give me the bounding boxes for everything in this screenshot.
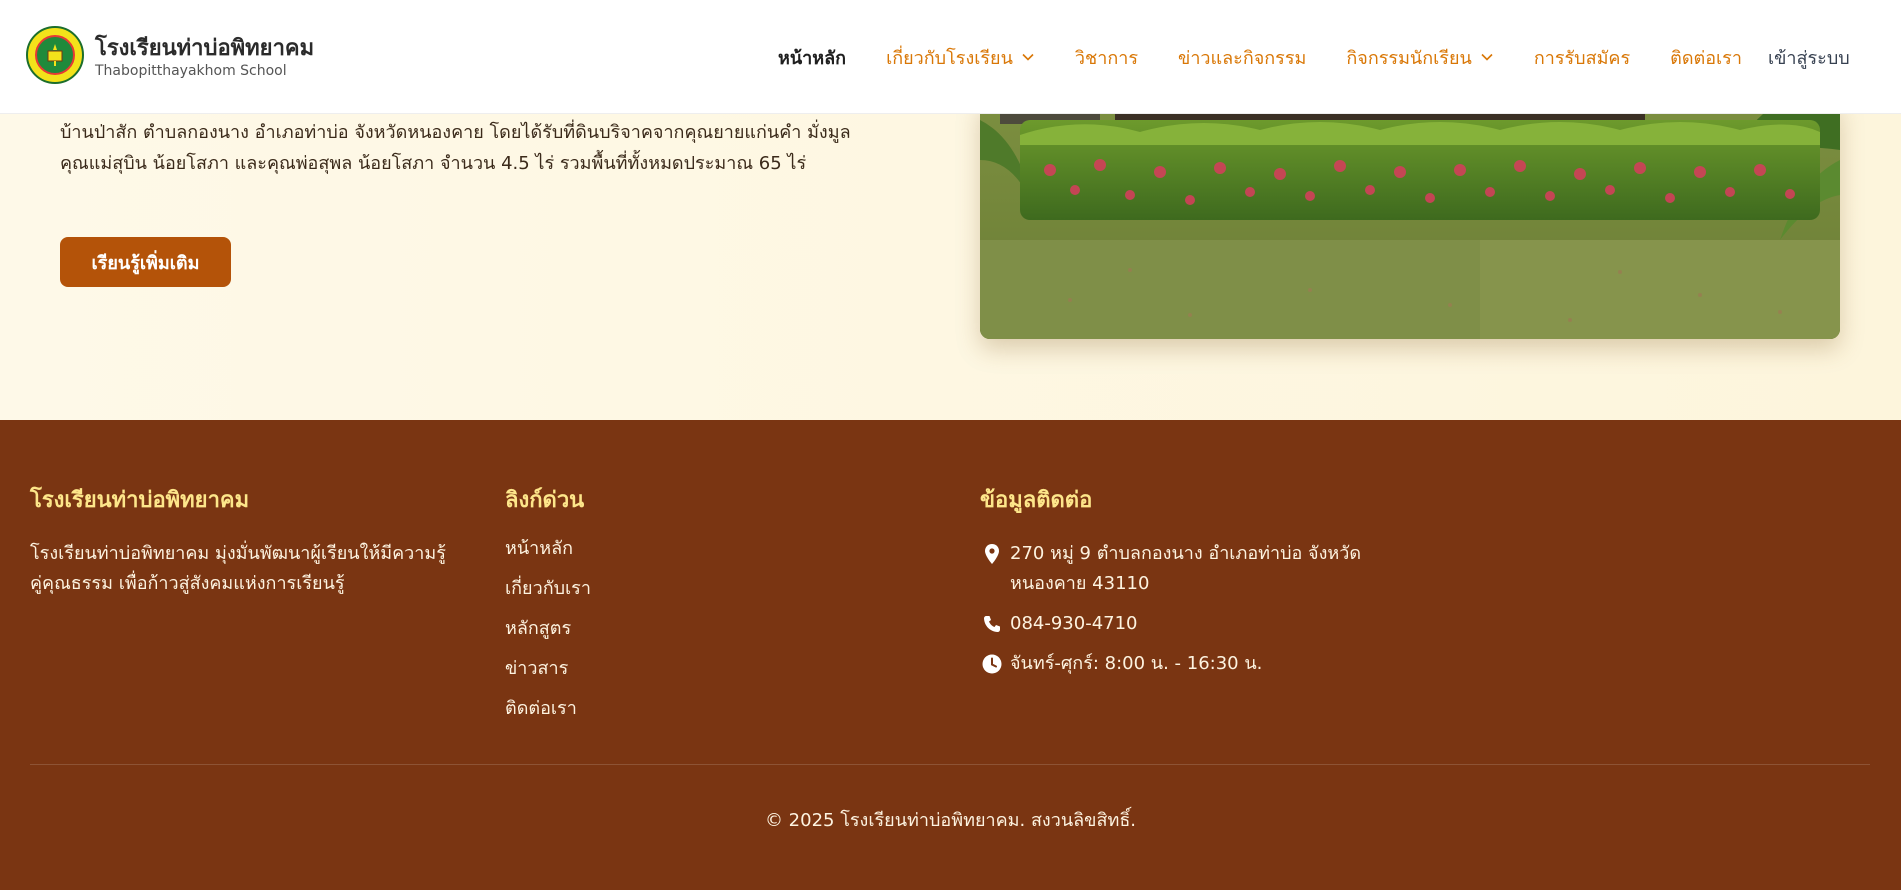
nav-student-activities-dropdown[interactable]: กิจกรรมนักเรียน bbox=[1346, 43, 1493, 72]
contact-phone: 084-930-4710 bbox=[980, 609, 1400, 639]
footer-link-home[interactable]: หน้าหลัก bbox=[505, 529, 591, 569]
main-nav: หน้าหลัก เกี่ยวกับโรงเรียน วิชาการ ข่าวแ… bbox=[778, 42, 1850, 72]
footer-divider bbox=[30, 764, 1870, 765]
emblem-glyph-icon bbox=[47, 44, 63, 66]
footer-copyright: © 2025 โรงเรียนท่าบ่อพิทยาคม. สงวนลิขสิท… bbox=[764, 810, 1137, 831]
footer-contact: ข้อมูลติดต่อ 270 หมู่ 9 ตำบลกองนาง อำเภอ… bbox=[980, 482, 1400, 679]
footer-link-curriculum[interactable]: หลักสูตร bbox=[505, 609, 591, 649]
nav-admission-label: การรับสมัคร bbox=[1533, 47, 1631, 69]
contact-address: 270 หมู่ 9 ตำบลกองนาง อำเภอท่าบ่อ จังหวั… bbox=[980, 539, 1400, 599]
hero-history-text: บ้านป่าสัก ตำบลกองนาง อำเภอท่าบ่อ จังหวั… bbox=[60, 117, 900, 179]
footer-link-about[interactable]: เกี่ยวกับเรา bbox=[505, 569, 591, 609]
clock-icon bbox=[980, 649, 1004, 679]
footer-links-title: ลิงก์ด่วน bbox=[505, 488, 585, 513]
footer-contact-title: ข้อมูลติดต่อ bbox=[980, 488, 1093, 513]
school-entrance-photo bbox=[980, 100, 1840, 339]
nav-contact[interactable]: ติดต่อเรา bbox=[1670, 43, 1742, 72]
footer-link-news[interactable]: ข่าวสาร bbox=[505, 649, 591, 689]
school-name-english: Thabopitthayakhom School bbox=[95, 63, 287, 79]
login-link[interactable]: เข้าสู่ระบบ bbox=[1768, 43, 1850, 72]
footer-about-title: โรงเรียนท่าบ่อพิทยาคม bbox=[30, 488, 250, 513]
chevron-down-icon bbox=[1481, 53, 1493, 61]
nav-news-activities[interactable]: ข่าวและกิจกรรม bbox=[1178, 43, 1306, 72]
nav-student-activities-label: กิจกรรมนักเรียน bbox=[1346, 47, 1472, 69]
school-emblem-icon[interactable] bbox=[26, 26, 84, 84]
nav-academics-label: วิชาการ bbox=[1074, 47, 1139, 69]
phone-icon bbox=[980, 609, 1004, 639]
contact-hours: จันทร์-ศุกร์: 8:00 น. - 16:30 น. bbox=[980, 649, 1400, 679]
nav-about-dropdown[interactable]: เกี่ยวกับโรงเรียน bbox=[886, 43, 1035, 72]
nav-about-label: เกี่ยวกับโรงเรียน bbox=[886, 47, 1013, 69]
school-entrance-photo-illustration bbox=[980, 100, 1840, 339]
nav-home[interactable]: หน้าหลัก bbox=[778, 43, 846, 72]
footer-quick-links: ลิงก์ด่วน หน้าหลัก เกี่ยวกับเรา หลักสูตร… bbox=[505, 482, 591, 729]
contact-phone-text[interactable]: 084-930-4710 bbox=[1010, 609, 1138, 639]
footer-links-list: หน้าหลัก เกี่ยวกับเรา หลักสูตร ข่าวสาร ต… bbox=[505, 529, 591, 729]
site-footer: โรงเรียนท่าบ่อพิทยาคม โรงเรียนท่าบ่อพิทย… bbox=[0, 420, 1901, 890]
school-name[interactable]: โรงเรียนท่าบ่อพิทยาคม bbox=[95, 30, 314, 65]
nav-contact-label: ติดต่อเรา bbox=[1670, 47, 1742, 69]
contact-hours-text: จันทร์-ศุกร์: 8:00 น. - 16:30 น. bbox=[1010, 653, 1263, 674]
map-pin-icon bbox=[980, 539, 1004, 569]
hero-text-line: คุณแม่สุบิน น้อยโสภา และคุณพ่อสุพล น้อยโ… bbox=[60, 153, 807, 174]
nav-home-label: หน้าหลัก bbox=[778, 47, 847, 69]
learn-more-button[interactable]: เรียนรู้เพิ่มเติม bbox=[60, 237, 231, 287]
nav-admission[interactable]: การรับสมัคร bbox=[1534, 43, 1630, 72]
footer-link-contact[interactable]: ติดต่อเรา bbox=[505, 689, 591, 729]
nav-academics[interactable]: วิชาการ bbox=[1075, 43, 1138, 72]
chevron-down-icon bbox=[1022, 53, 1034, 61]
hero-text-line: บ้านป่าสัก ตำบลกองนาง อำเภอท่าบ่อ จังหวั… bbox=[60, 122, 851, 143]
nav-news-label: ข่าวและกิจกรรม bbox=[1178, 47, 1307, 69]
contact-address-text: 270 หมู่ 9 ตำบลกองนาง อำเภอท่าบ่อ จังหวั… bbox=[1010, 543, 1362, 594]
site-header: โรงเรียนท่าบ่อพิทยาคม Thabopitthayakhom … bbox=[0, 0, 1901, 114]
footer-about: โรงเรียนท่าบ่อพิทยาคม โรงเรียนท่าบ่อพิทย… bbox=[30, 482, 450, 599]
school-emblem-inner bbox=[35, 35, 75, 75]
footer-about-description: โรงเรียนท่าบ่อพิทยาคม มุ่งมั่นพัฒนาผู้เร… bbox=[30, 543, 446, 594]
